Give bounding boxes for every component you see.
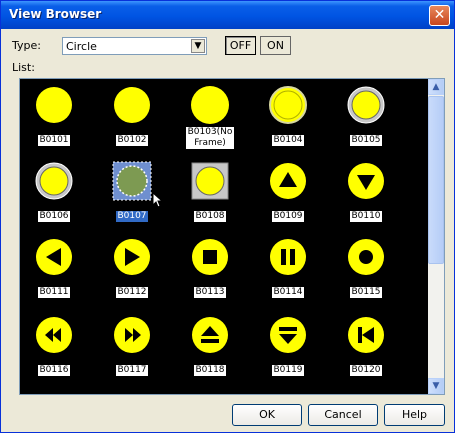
- circle-plain-icon: [114, 87, 150, 123]
- circle-framed-icon: [269, 86, 307, 124]
- circle-framed-gray-icon: [347, 86, 385, 124]
- list-item-label: B0120: [350, 365, 382, 376]
- list-item-label: B0101: [38, 135, 70, 146]
- circle-plain-icon: [36, 87, 72, 123]
- list-item-label: B0112: [116, 287, 148, 298]
- window-title: View Browser: [9, 7, 102, 21]
- ok-button[interactable]: OK: [232, 404, 302, 426]
- ring-icon: [348, 239, 384, 275]
- square-stop-icon: [192, 239, 228, 275]
- close-button[interactable]: ✕: [429, 5, 450, 26]
- list-item-label: B0106: [38, 211, 70, 222]
- mouse-cursor-icon: [152, 192, 164, 208]
- list-item-label: B0118: [194, 365, 226, 376]
- type-select-value: Circle: [66, 40, 97, 53]
- list-item-label: B0117: [116, 365, 148, 376]
- cancel-button[interactable]: Cancel: [308, 404, 378, 426]
- chevron-down-icon[interactable]: ▼: [191, 39, 205, 53]
- rewind-icon: [36, 317, 72, 353]
- list-item-label: B0102: [116, 135, 148, 146]
- list-item-label: B0105: [350, 135, 382, 146]
- list-label: List:: [12, 61, 35, 74]
- vertical-scrollbar[interactable]: ▲ ▼: [428, 79, 444, 394]
- list-item-label: B0108: [194, 211, 226, 222]
- icon-list[interactable]: B0101 B0102 B0103(No Frame) B0104 B0105 B0106…: [19, 78, 445, 395]
- circle-selected-icon: [112, 161, 152, 201]
- list-item-label: B0103(No Frame): [186, 127, 234, 149]
- circle-no-frame-icon: [191, 86, 229, 124]
- list-item-label: B0110: [350, 211, 382, 222]
- list-item-label: B0116: [38, 365, 70, 376]
- view-browser-window: View Browser ✕ Type: Circle ▼ OFF ON Lis…: [0, 0, 455, 433]
- fast-forward-icon: [114, 317, 150, 353]
- list-item-label: B0114: [272, 287, 304, 298]
- list-item-label: B0111: [38, 287, 70, 298]
- scroll-thumb[interactable]: [428, 96, 444, 264]
- scroll-down-button[interactable]: ▼: [428, 378, 444, 394]
- list-item-label: B0119: [272, 365, 304, 376]
- list-item-label: B0109: [272, 211, 304, 222]
- triangle-left-icon: [36, 239, 72, 275]
- list-item-label: B0115: [350, 287, 382, 298]
- title-bar[interactable]: View Browser ✕: [1, 1, 454, 29]
- triangle-down-icon: [348, 163, 384, 199]
- circle-framed-gray-icon: [35, 162, 73, 200]
- eject-icon: [192, 317, 228, 353]
- circle-framed-square-icon: [191, 162, 229, 200]
- list-item-label: B0104: [272, 135, 304, 146]
- list-item-label: B0113: [194, 287, 226, 298]
- on-button[interactable]: ON: [260, 36, 291, 55]
- help-button[interactable]: Help: [384, 404, 445, 426]
- off-button[interactable]: OFF: [225, 36, 256, 55]
- eject-down-icon: [270, 317, 306, 353]
- type-select[interactable]: Circle ▼: [62, 37, 207, 55]
- pause-icon: [270, 239, 306, 275]
- type-label: Type:: [12, 39, 41, 52]
- triangle-right-icon: [114, 239, 150, 275]
- triangle-up-icon: [270, 163, 306, 199]
- scroll-up-button[interactable]: ▲: [428, 79, 444, 95]
- skip-back-icon: [348, 317, 384, 353]
